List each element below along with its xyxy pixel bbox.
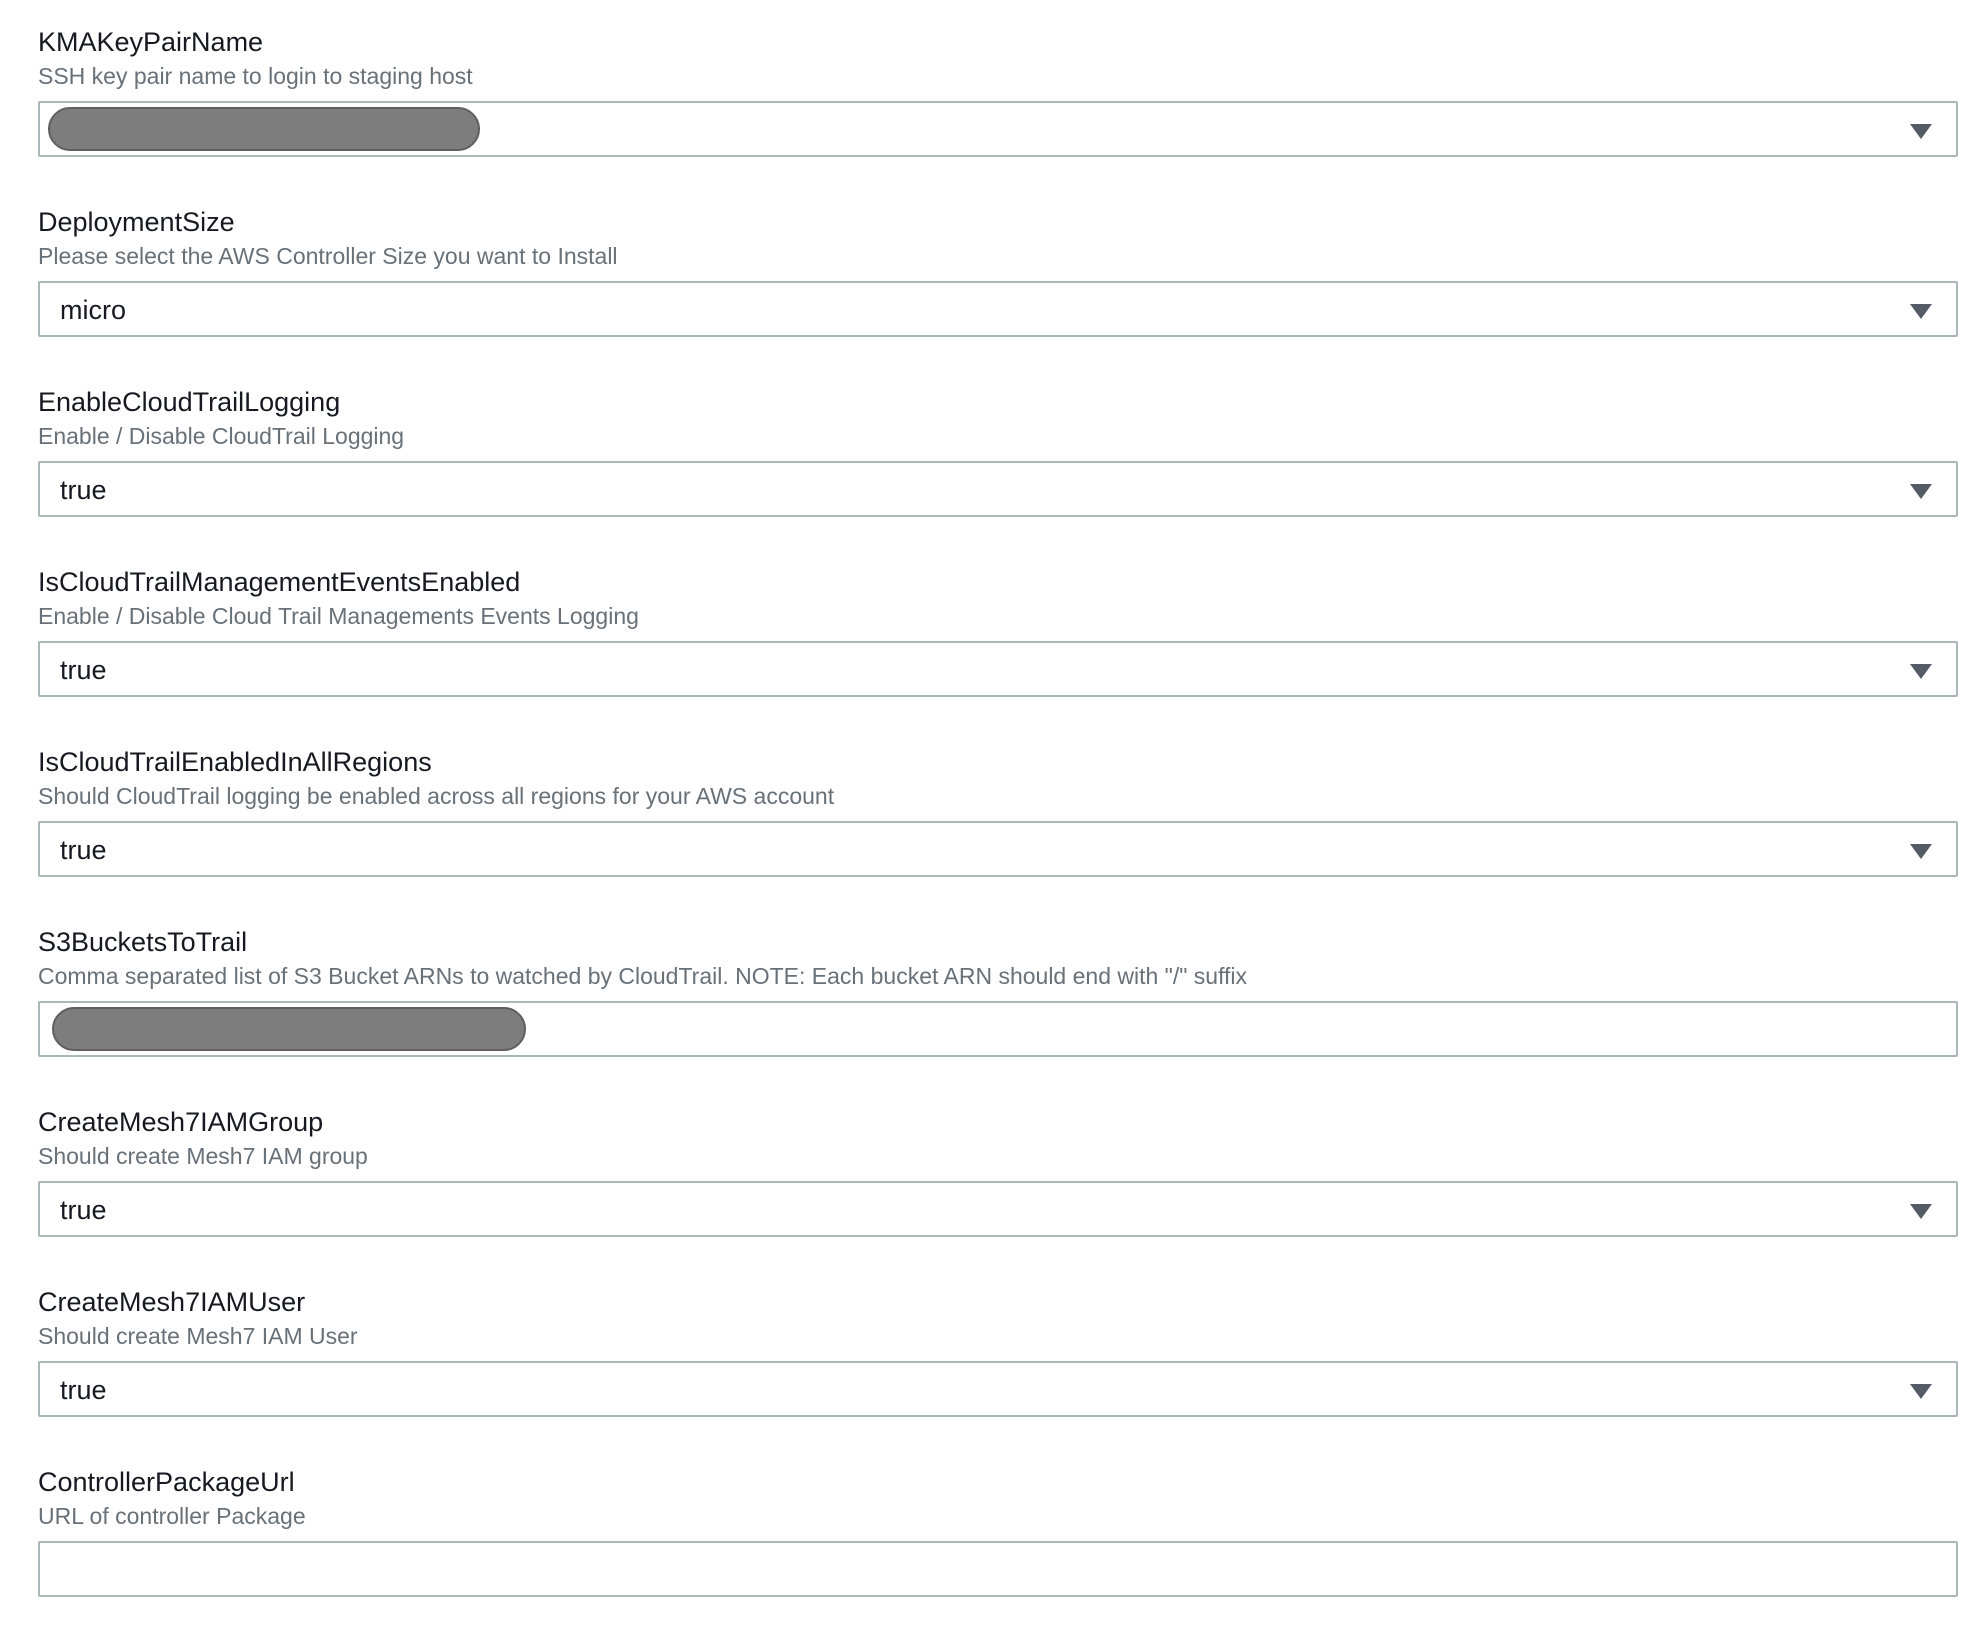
param-create-mesh7-iam-group: CreateMesh7IAMGroup Should create Mesh7 … bbox=[38, 1106, 1958, 1237]
selected-value: true bbox=[60, 1375, 107, 1405]
param-s3-buckets-to-trail: S3BucketsToTrail Comma separated list of… bbox=[38, 926, 1958, 1057]
param-description: Should create Mesh7 IAM User bbox=[38, 1323, 358, 1349]
all-regions-select[interactable]: true bbox=[38, 821, 1958, 877]
selected-value: micro bbox=[60, 295, 126, 325]
param-kma-key-pair-name: KMAKeyPairName SSH key pair name to logi… bbox=[38, 26, 1958, 157]
caret-down-icon[interactable] bbox=[1910, 304, 1932, 319]
param-controller-package-url: ControllerPackageUrl URL of controller P… bbox=[38, 1466, 1958, 1597]
enable-cloudtrail-logging-select[interactable]: true bbox=[38, 461, 1958, 517]
param-label: IsCloudTrailEnabledInAllRegions bbox=[38, 747, 432, 777]
deployment-size-select[interactable]: micro bbox=[38, 281, 1958, 337]
param-label: DeploymentSize bbox=[38, 207, 235, 237]
caret-down-icon[interactable] bbox=[1910, 1384, 1932, 1399]
caret-down-icon[interactable] bbox=[1910, 664, 1932, 679]
param-description: Please select the AWS Controller Size yo… bbox=[38, 243, 618, 269]
param-enable-cloudtrail-logging: EnableCloudTrailLogging Enable / Disable… bbox=[38, 386, 1958, 517]
selected-value: true bbox=[60, 835, 107, 865]
param-deployment-size: DeploymentSize Please select the AWS Con… bbox=[38, 206, 1958, 337]
param-create-mesh7-iam-user: CreateMesh7IAMUser Should create Mesh7 I… bbox=[38, 1286, 1958, 1417]
management-events-select[interactable]: true bbox=[38, 641, 1958, 697]
param-label: S3BucketsToTrail bbox=[38, 927, 248, 957]
create-iam-user-select[interactable]: true bbox=[38, 1361, 1958, 1417]
kma-key-pair-name-select[interactable] bbox=[38, 101, 1958, 157]
param-label: KMAKeyPairName bbox=[38, 27, 264, 57]
caret-down-icon[interactable] bbox=[1910, 1204, 1932, 1219]
redacted-value bbox=[48, 107, 480, 151]
param-description: Enable / Disable CloudTrail Logging bbox=[38, 423, 405, 449]
param-label: CreateMesh7IAMUser bbox=[38, 1287, 306, 1317]
param-description: Comma separated list of S3 Bucket ARNs t… bbox=[38, 963, 1248, 989]
redacted-value bbox=[52, 1007, 526, 1051]
param-description: Should create Mesh7 IAM group bbox=[38, 1143, 368, 1169]
param-label: EnableCloudTrailLogging bbox=[38, 387, 341, 417]
param-label: CreateMesh7IAMGroup bbox=[38, 1107, 324, 1137]
s3-buckets-input[interactable] bbox=[38, 1001, 1958, 1057]
param-is-cloudtrail-enabled-in-all-regions: IsCloudTrailEnabledInAllRegions Should C… bbox=[38, 746, 1958, 877]
param-label: ControllerPackageUrl bbox=[38, 1467, 295, 1497]
param-label: IsCloudTrailManagementEventsEnabled bbox=[38, 567, 521, 597]
selected-value: true bbox=[60, 475, 107, 505]
param-description: SSH key pair name to login to staging ho… bbox=[38, 63, 473, 89]
param-description: Enable / Disable Cloud Trail Managements… bbox=[38, 603, 639, 629]
create-iam-group-select[interactable]: true bbox=[38, 1181, 1958, 1237]
caret-down-icon[interactable] bbox=[1910, 124, 1932, 139]
param-description: URL of controller Package bbox=[38, 1503, 306, 1529]
controller-package-url-input[interactable] bbox=[38, 1541, 1958, 1597]
param-description: Should CloudTrail logging be enabled acr… bbox=[38, 783, 835, 809]
caret-down-icon[interactable] bbox=[1910, 484, 1932, 499]
caret-down-icon[interactable] bbox=[1910, 844, 1932, 859]
selected-value: true bbox=[60, 655, 107, 685]
param-is-cloudtrail-management-events-enabled: IsCloudTrailManagementEventsEnabled Enab… bbox=[38, 566, 1958, 697]
selected-value: true bbox=[60, 1195, 107, 1225]
